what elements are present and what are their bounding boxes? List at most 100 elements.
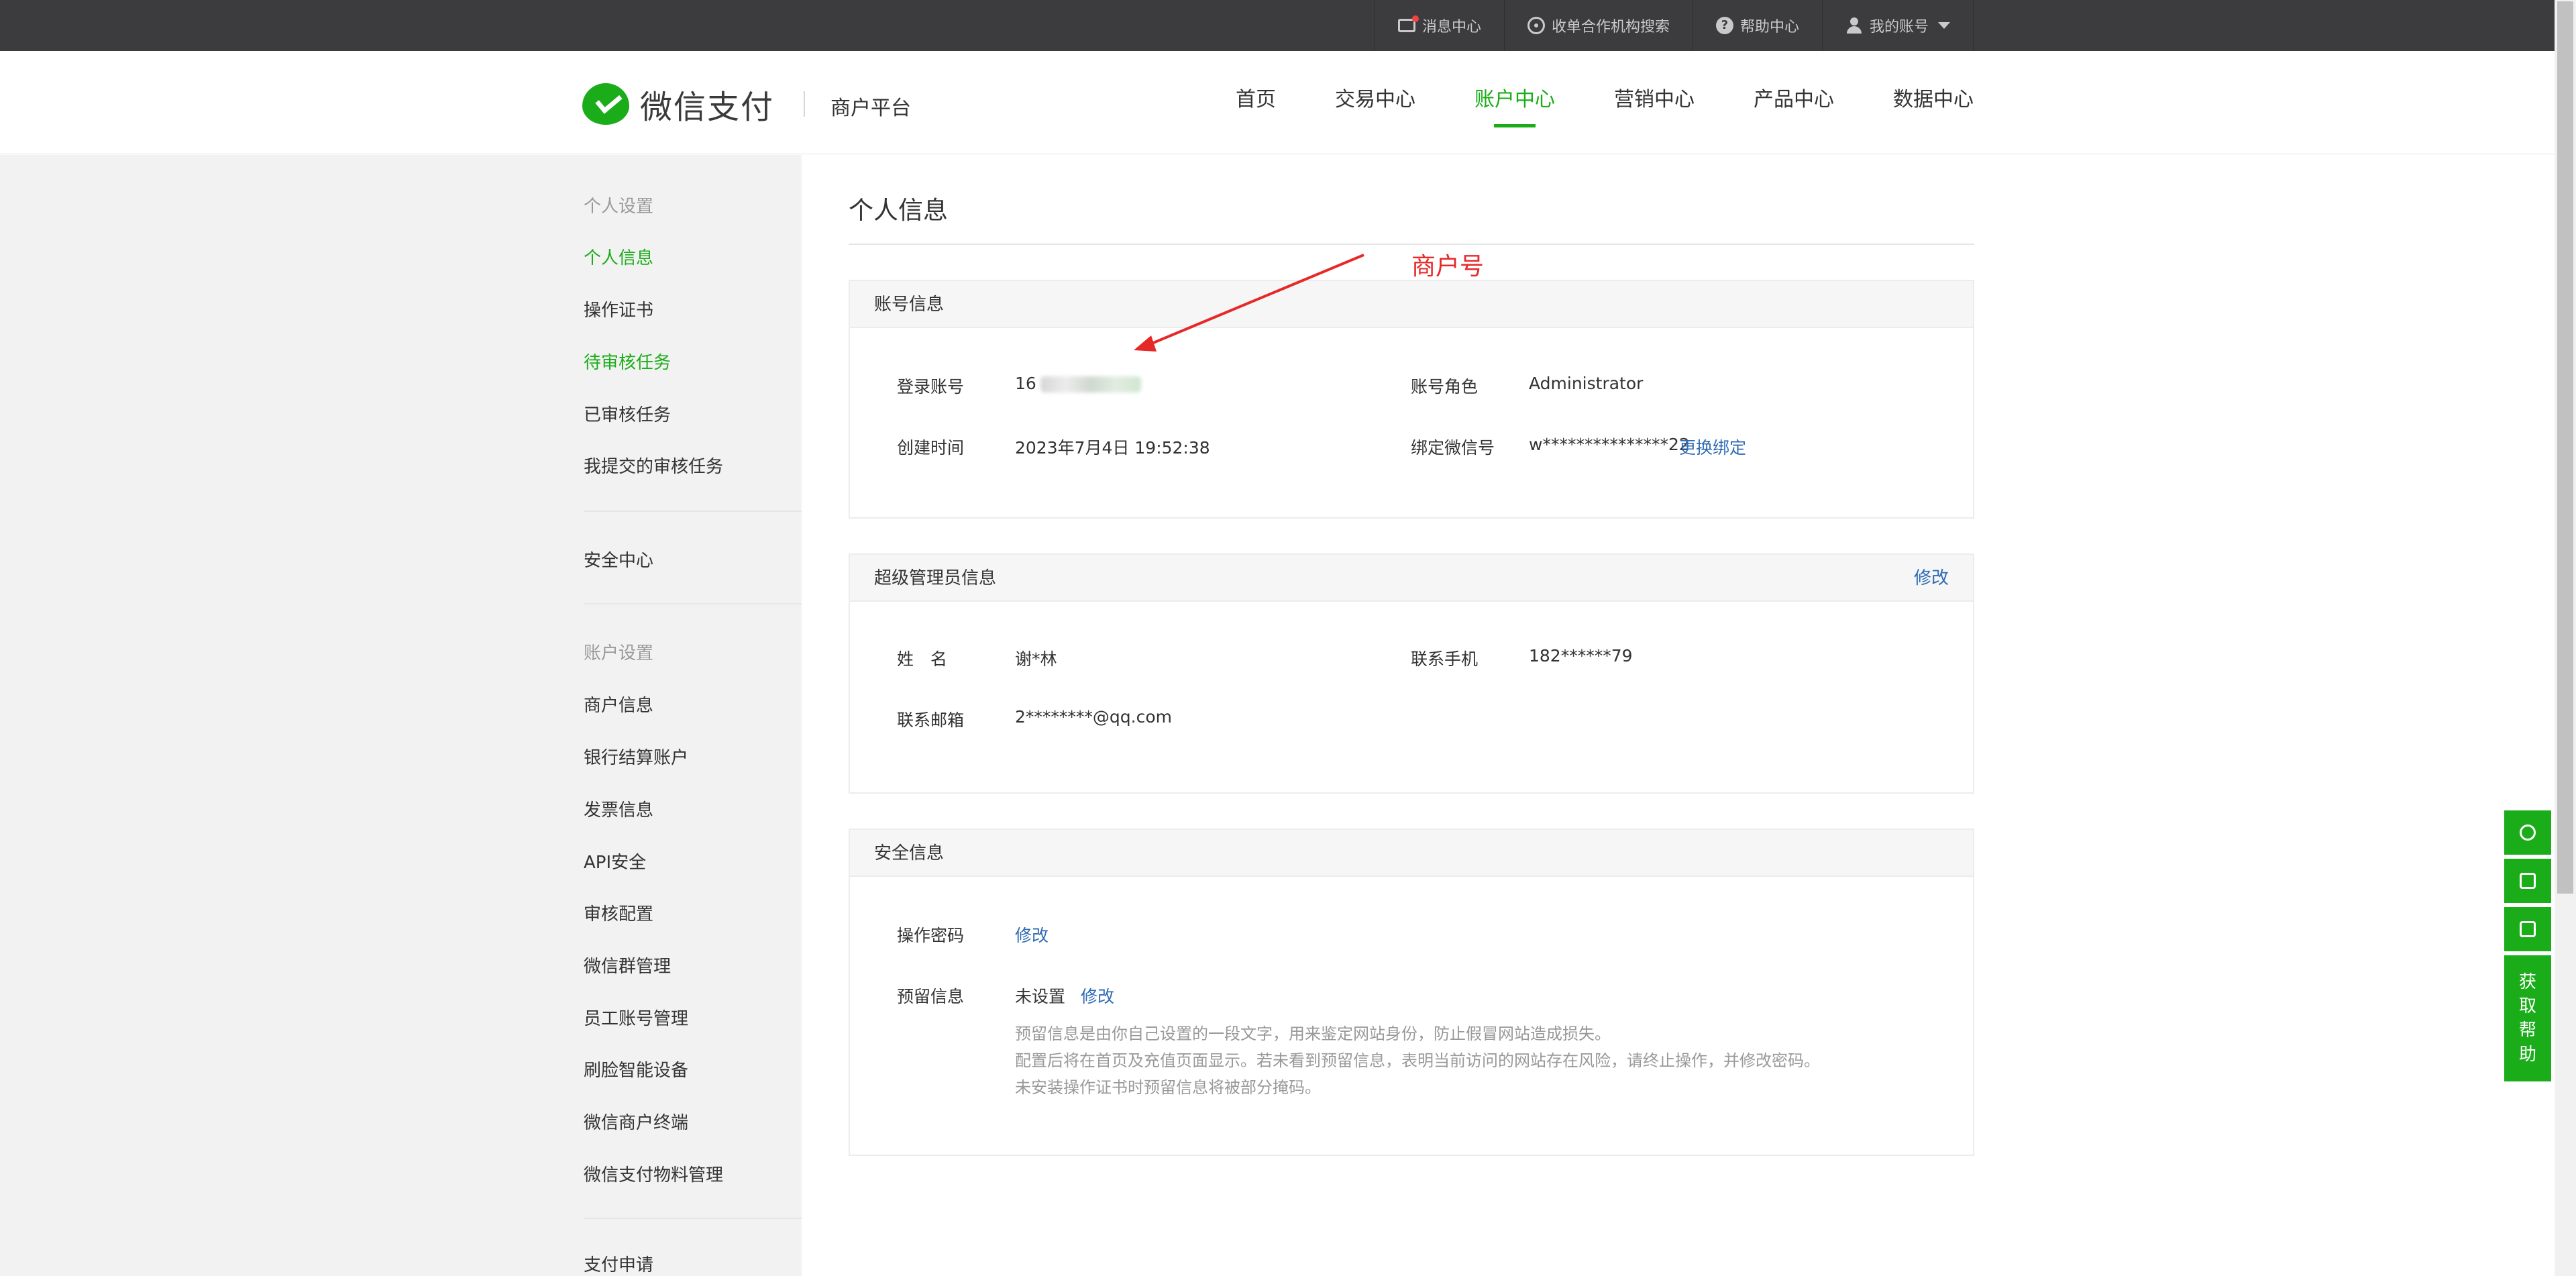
phone-label: 联系手机: [1411, 649, 1479, 669]
top-nav-search-institutions[interactable]: 收单合作机构搜索: [1503, 0, 1693, 51]
phone-value: 182******79: [1529, 646, 1633, 666]
sidebar-item-wechat-group[interactable]: 微信群管理: [584, 953, 671, 977]
top-nav-label: 消息中心: [1421, 19, 1481, 36]
edit-admin-link[interactable]: 修改: [1914, 555, 1949, 602]
sidebar-item-bank-account[interactable]: 银行结算账户: [584, 744, 688, 769]
get-help-button[interactable]: 获 取 帮 助: [2504, 955, 2551, 1081]
top-nav-label: 收单合作机构搜索: [1551, 19, 1670, 36]
card-header: 账号信息: [850, 281, 1973, 328]
header: 微信支付 商户平台 首页 交易中心 账户中心 营销中心 产品中心 数据中心: [0, 51, 2555, 154]
nav-home[interactable]: 首页: [1236, 51, 1276, 154]
annotation-label: 商户号: [1411, 253, 1485, 280]
sidebar-divider: [584, 511, 802, 512]
sidebar-item-review-config[interactable]: 审核配置: [584, 900, 653, 925]
share-link-button[interactable]: [2504, 810, 2551, 855]
card-title: 账号信息: [874, 295, 945, 315]
download-button[interactable]: [2504, 859, 2551, 903]
sidebar-item-api-security[interactable]: API安全: [584, 849, 646, 873]
sidebar-item-merchant-info[interactable]: 商户信息: [584, 692, 653, 716]
sidebar-group-personal: 个人设置: [584, 197, 654, 217]
sidebar-item-personal-info[interactable]: 个人信息: [584, 244, 653, 269]
email-label: 联系邮箱: [897, 710, 965, 730]
top-nav: 消息中心 收单合作机构搜索 ? 帮助中心 我的账号: [1374, 0, 1974, 51]
change-binding-link[interactable]: 更换绑定: [1679, 435, 1746, 459]
sidebar-item-staff-accounts[interactable]: 员工账号管理: [584, 1005, 688, 1030]
title-divider: [849, 244, 1974, 245]
help-char: 获: [2518, 972, 2536, 992]
account-role-value: Administrator: [1529, 374, 1644, 393]
page-title: 个人信息: [849, 196, 948, 225]
bound-wechat-value: w***************22: [1529, 435, 1690, 454]
sidebar-group-account: 账户设置: [584, 643, 654, 663]
sidebar-item-materials[interactable]: 微信支付物料管理: [584, 1161, 723, 1186]
feedback-button[interactable]: [2504, 907, 2551, 951]
logo[interactable]: 微信支付 商户平台: [582, 81, 911, 127]
reserve-info-label: 预留信息: [897, 987, 965, 1006]
top-nav-label: 帮助中心: [1739, 19, 1799, 36]
reserve-info-notes: 预留信息是由你自己设置的一段文字，用来鉴定网站身份，防止假冒网站造成损失。 配置…: [1015, 1020, 1820, 1101]
wechat-pay-logo-icon: [582, 83, 629, 125]
created-time-label: 创建时间: [897, 438, 965, 458]
floating-toolbar: 获 取 帮 助: [2504, 810, 2551, 1085]
scrollbar-thumb[interactable]: [2557, 1, 2573, 894]
link-icon: [2520, 825, 2536, 841]
login-account-label: 登录账号: [897, 377, 965, 396]
help-char: 帮: [2518, 1020, 2536, 1041]
nav-marketing-center[interactable]: 营销中心: [1614, 51, 1695, 154]
name-value: 谢*林: [1015, 649, 1057, 669]
nav-product-center[interactable]: 产品中心: [1754, 51, 1834, 154]
help-char: 取: [2518, 996, 2536, 1016]
sidebar-item-merchant-terminal[interactable]: 微信商户终端: [584, 1109, 688, 1134]
note-line: 预留信息是由你自己设置的一段文字，用来鉴定网站身份，防止假冒网站造成损失。: [1015, 1024, 1611, 1043]
top-nav-messages[interactable]: 消息中心: [1374, 0, 1504, 51]
user-icon: [1845, 17, 1863, 34]
top-bar: 消息中心 收单合作机构搜索 ? 帮助中心 我的账号: [0, 0, 2555, 51]
card-header: 超级管理员信息 修改: [850, 555, 1973, 602]
download-icon: [2520, 873, 2536, 889]
card-header: 安全信息: [850, 830, 1973, 877]
note-line: 未安装操作证书时预留信息将被部分掩码。: [1015, 1078, 1321, 1097]
bound-wechat-label: 绑定微信号: [1411, 438, 1495, 458]
logo-divider: [804, 91, 806, 117]
reserve-info-value: 未设置: [1015, 987, 1066, 1006]
redacted-merchant-id: [1040, 376, 1141, 392]
search-icon: [1527, 17, 1545, 34]
email-value: 2********@qq.com: [1015, 707, 1172, 727]
sidebar: 个人设置 个人信息 操作证书 待审核任务 已审核任务 我提交的审核任务 安全中心…: [0, 155, 802, 1276]
card-title: 安全信息: [874, 843, 945, 863]
name-label: 姓 名: [897, 649, 948, 669]
mail-icon: [1397, 15, 1419, 32]
login-account-value: 16: [1015, 374, 1141, 393]
edit-reserve-link[interactable]: 修改: [1081, 983, 1114, 1008]
sidebar-item-face-devices[interactable]: 刷脸智能设备: [584, 1057, 688, 1081]
sidebar-item-security-center[interactable]: 安全中心: [584, 547, 653, 572]
top-nav-help[interactable]: ? 帮助中心: [1692, 0, 1822, 51]
sidebar-item-reviewed-tasks[interactable]: 已审核任务: [584, 401, 671, 426]
top-nav-label: 我的账号: [1869, 19, 1929, 36]
top-nav-my-account[interactable]: 我的账号: [1821, 0, 1974, 51]
help-char: 助: [2518, 1045, 2536, 1065]
nav-trade-center[interactable]: 交易中心: [1335, 51, 1415, 154]
sidebar-item-submitted-tasks[interactable]: 我提交的审核任务: [584, 453, 723, 478]
logo-text: 微信支付: [640, 89, 775, 126]
account-role-label: 账号角色: [1411, 377, 1479, 396]
platform-name: 商户平台: [830, 97, 912, 120]
sidebar-item-payment-apply[interactable]: 支付申请: [584, 1251, 653, 1276]
sidebar-item-invoice[interactable]: 发票信息: [584, 796, 653, 821]
note-line: 配置后将在首页及充值页面显示。若未看到预留信息，表明当前访问的网站存在风险，请终…: [1015, 1051, 1820, 1070]
login-account-prefix: 16: [1015, 374, 1036, 393]
sidebar-divider: [584, 1218, 802, 1219]
account-info-card: 账号信息 登录账号 16 账号角色 Administrator 创建时间 202…: [849, 280, 1974, 519]
sidebar-item-pending-tasks[interactable]: 待审核任务: [584, 349, 671, 374]
security-info-card: 安全信息 操作密码 修改 预留信息 未设置 修改 预留信息是由你自己设置的一段文…: [849, 829, 1974, 1156]
operation-password-label: 操作密码: [897, 926, 965, 945]
admin-info-card: 超级管理员信息 修改 姓 名 谢*林 联系手机 182******79 联系邮箱…: [849, 553, 1974, 794]
chevron-down-icon: [1938, 22, 1950, 29]
nav-account-center[interactable]: 账户中心: [1474, 51, 1555, 154]
help-icon: ?: [1715, 17, 1733, 34]
nav-data-center[interactable]: 数据中心: [1893, 51, 1974, 154]
sidebar-divider: [584, 603, 802, 604]
edit-icon: [2520, 921, 2536, 937]
edit-password-link[interactable]: 修改: [1015, 922, 1049, 947]
sidebar-item-certificate[interactable]: 操作证书: [584, 297, 653, 321]
